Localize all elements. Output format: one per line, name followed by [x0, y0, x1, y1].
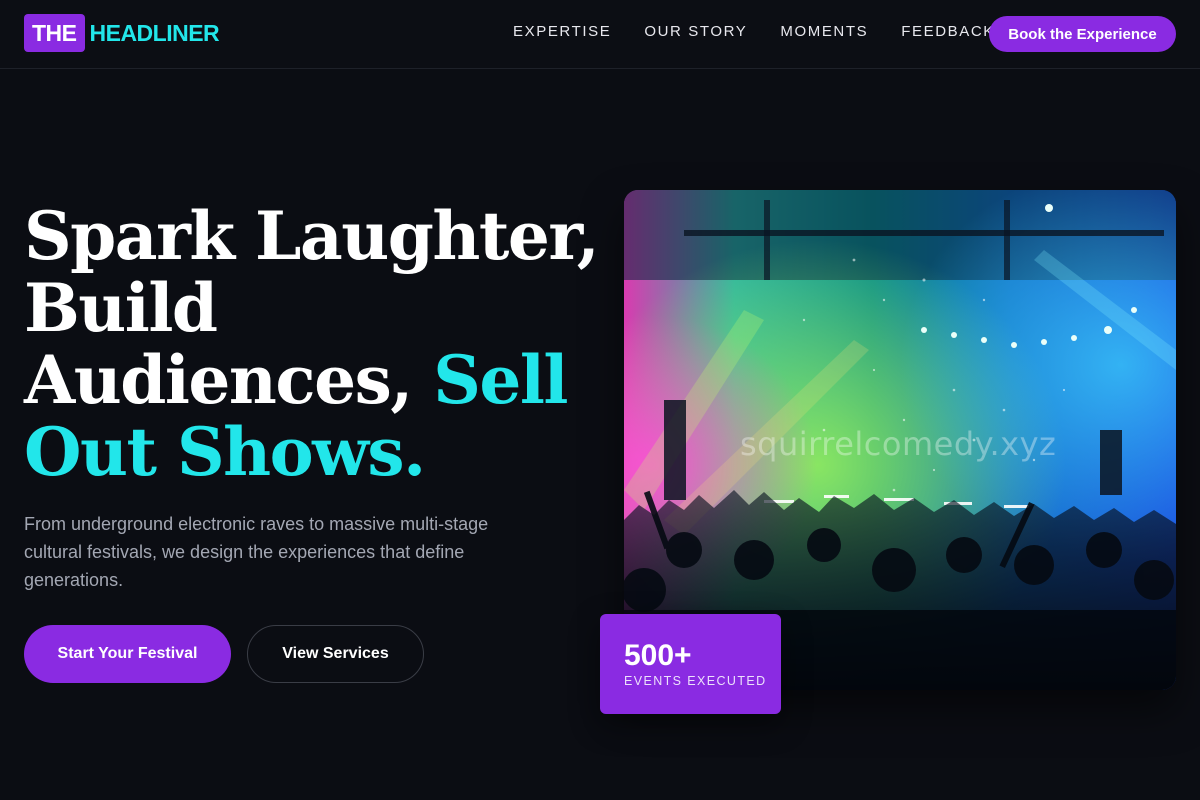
- stat-label: EVENTS EXECUTED: [624, 674, 767, 688]
- logo-text: HEADLINER: [89, 19, 220, 46]
- watermark-text: squirrelcomedy.xyz: [740, 425, 1057, 463]
- view-services-button[interactable]: View Services: [247, 625, 424, 683]
- hero-title: Spark Laughter, Build Audiences, Sell Ou…: [24, 200, 614, 488]
- nav-link-feedback[interactable]: FEEDBACK: [901, 22, 995, 42]
- nav-link-moments[interactable]: MOMENTS: [780, 22, 868, 42]
- nav-link-our-story[interactable]: OUR STORY: [644, 22, 747, 42]
- events-stat-card: 500+ EVENTS EXECUTED: [600, 614, 781, 714]
- hero-description: From underground electronic raves to mas…: [24, 514, 489, 590]
- nav-link-expertise[interactable]: EXPERTISE: [513, 22, 611, 42]
- start-festival-button[interactable]: Start Your Festival: [24, 625, 231, 683]
- main-nav: EXPERTISE OUR STORY MOMENTS FEEDBACK: [513, 22, 1028, 42]
- stat-value: 500+: [624, 639, 692, 672]
- top-navbar: THE HEADLINER EXPERTISE OUR STORY MOMENT…: [0, 0, 1200, 69]
- page: THE HEADLINER EXPERTISE OUR STORY MOMENT…: [0, 0, 1200, 800]
- logo-box: THE: [24, 14, 85, 52]
- brand-logo[interactable]: THE HEADLINER: [24, 14, 220, 52]
- book-experience-button[interactable]: Book the Experience: [989, 16, 1176, 52]
